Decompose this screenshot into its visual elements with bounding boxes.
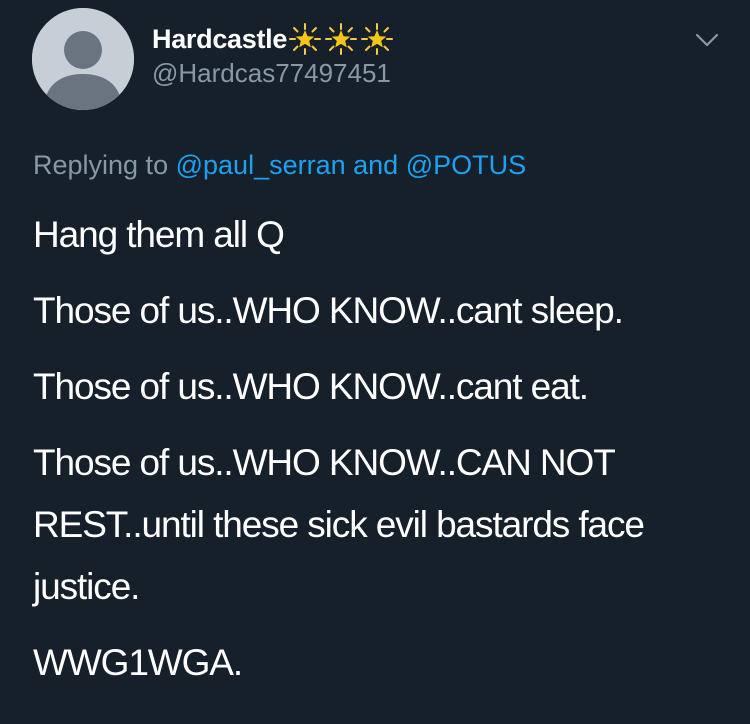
avatar[interactable] — [32, 8, 134, 110]
tweet-line: Those of us..WHO KNOW..CAN NOT REST..unt… — [33, 442, 645, 607]
tweet-text: Hang them all Q Those of us..WHO KNOW..c… — [33, 204, 733, 694]
chevron-down-icon[interactable] — [692, 30, 722, 52]
mention-conjunction: and — [353, 150, 399, 180]
badges — [289, 23, 397, 55]
mention-link-1[interactable]: @paul_serran — [176, 150, 346, 180]
sparkle-star-icon — [325, 23, 358, 55]
display-name-row: Hardcastle — [152, 22, 397, 56]
tweet-line: Those of us..WHO KNOW..cant eat. — [33, 366, 589, 407]
default-avatar-icon — [32, 8, 134, 110]
tweet-line: Those of us..WHO KNOW..cant sleep. — [33, 290, 624, 331]
user-handle[interactable]: @Hardcas77497451 — [152, 58, 391, 89]
replying-to-label: Replying to — [33, 150, 169, 180]
tweet-line: WWG1WGA. — [33, 642, 243, 683]
sparkle-star-icon — [361, 23, 394, 55]
tweet-line: Hang them all Q — [33, 214, 285, 255]
tweet: Hardcastle @Hardcas77497451 Replying to … — [0, 0, 750, 724]
display-name[interactable]: Hardcastle — [152, 24, 287, 55]
mention-link-2[interactable]: @POTUS — [406, 150, 526, 180]
sparkle-star-icon — [289, 23, 322, 55]
replying-to: Replying to @paul_serran and @POTUS — [33, 150, 526, 181]
